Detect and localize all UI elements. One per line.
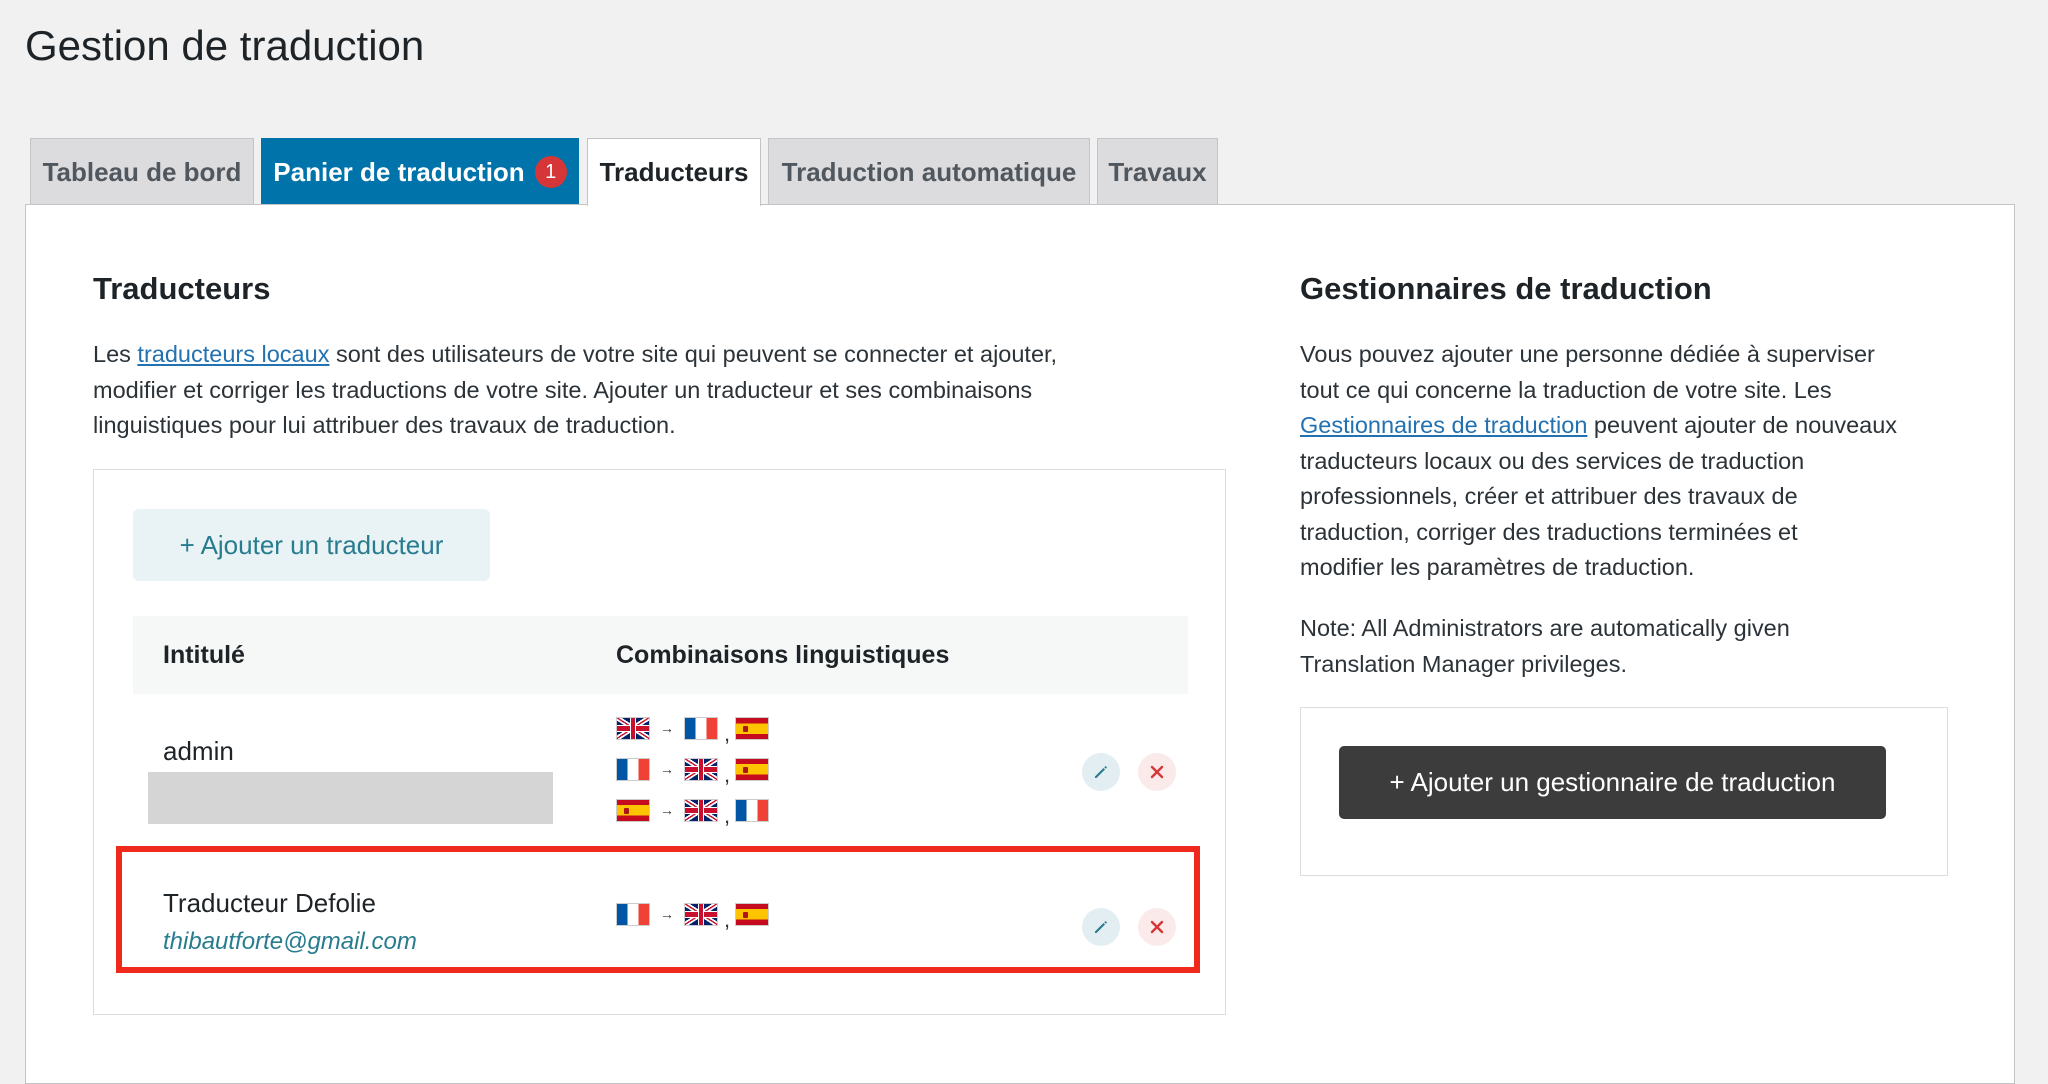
cart-count-badge: 1: [534, 156, 567, 188]
column-header-language-pairs: Combinaisons linguistiques: [616, 640, 950, 669]
fr-flag-icon: [616, 757, 650, 781]
table-row: Traducteur Defolie thibautforte@gmail.co…: [133, 844, 1188, 978]
es-flag-icon: [735, 902, 770, 926]
managers-heading: Gestionnaires de traduction: [1300, 271, 1712, 306]
translators-heading: Traducteurs: [93, 271, 271, 306]
desc-text: professionnels, créer et attribuer des t…: [1300, 483, 1798, 509]
fr-flag-icon: [684, 716, 718, 740]
desc-text: modifier et corriger les traductions de …: [93, 376, 1033, 403]
fr-flag-icon: [735, 798, 770, 822]
managers-box: + Ajouter un gestionnaire de traduction: [1300, 707, 1948, 876]
gb-flag-icon: [684, 902, 718, 926]
gb-flag-icon: [616, 716, 650, 740]
managers-note: Note: All Administrators are automatical…: [1300, 611, 1980, 682]
pencil-icon: [1095, 766, 1107, 778]
language-pair: →,: [616, 757, 770, 787]
tab-label: Traduction automatique: [781, 156, 1077, 187]
es-flag-icon: [735, 757, 770, 781]
translation-managers-link[interactable]: Gestionnaires de traduction: [1300, 412, 1587, 438]
es-flag-icon: [616, 798, 650, 822]
tab-travaux[interactable]: Travaux: [1097, 138, 1218, 205]
tab-label: Traducteurs: [599, 157, 749, 187]
desc-text: Vous pouvez ajouter une personne dédiée …: [1300, 341, 1875, 367]
separator: ,: [724, 907, 731, 932]
delete-translator-button[interactable]: [1138, 908, 1176, 946]
gb-flag-icon: [684, 757, 718, 781]
managers-description: Vous pouvez ajouter une personne dédiée …: [1300, 337, 1980, 586]
tab-label: Travaux: [1108, 156, 1207, 187]
translator-name: Traducteur Defolie: [163, 888, 376, 918]
gb-flag-icon: [684, 798, 718, 822]
tab-panier-de-traduction[interactable]: Panier de traduction 1: [261, 138, 579, 205]
desc-text: sont des utilisateurs de votre site qui …: [329, 341, 1058, 367]
tab-label: Tableau de bord: [42, 156, 242, 187]
pencil-icon: [1095, 921, 1107, 933]
tab-traducteurs[interactable]: Traducteurs: [587, 138, 761, 206]
desc-text: traducteurs locaux ou des services de tr…: [1300, 447, 1805, 474]
translators-table-header: Intitulé Combinaisons linguistiques: [133, 616, 1188, 694]
separator: ,: [724, 762, 731, 787]
language-pair: →,: [616, 798, 770, 828]
add-translation-manager-button[interactable]: + Ajouter un gestionnaire de traduction: [1339, 746, 1886, 819]
tab-label: Panier de traduction: [273, 156, 525, 187]
desc-text: Les: [93, 341, 138, 367]
table-row: admin →, →, →,: [133, 694, 1188, 844]
arrow-icon: →: [660, 802, 674, 818]
note-text: Translation Manager privileges.: [1300, 650, 1627, 677]
arrow-icon: →: [660, 906, 674, 922]
desc-text: tout ce qui concerne la traduction de vo…: [1300, 376, 1832, 403]
note-text: Note: All Administrators are automatical…: [1300, 615, 1790, 641]
edit-translator-button[interactable]: [1082, 753, 1120, 791]
add-translator-button[interactable]: + Ajouter un traducteur: [133, 509, 490, 581]
separator: ,: [724, 721, 731, 746]
arrow-icon: →: [660, 720, 674, 736]
es-flag-icon: [735, 716, 770, 740]
desc-text: traduction, corriger des traductions ter…: [1300, 518, 1798, 545]
language-pair: →,: [616, 902, 770, 932]
arrow-icon: →: [660, 761, 674, 777]
close-icon: [1150, 920, 1164, 934]
local-translators-link[interactable]: traducteurs locaux: [137, 341, 329, 367]
page-title: Gestion de traduction: [25, 22, 425, 69]
edit-translator-button[interactable]: [1082, 908, 1120, 946]
desc-text: modifier les paramètres de traduction.: [1300, 554, 1695, 580]
fr-flag-icon: [616, 902, 650, 926]
translators-description: Les traducteurs locaux sont des utilisat…: [93, 337, 1193, 444]
column-header-title: Intitulé: [163, 640, 245, 669]
translator-email: thibautforte@gmail.com: [163, 928, 417, 955]
translators-box: + Ajouter un traducteur Intitulé Combina…: [93, 469, 1226, 1015]
desc-text: peuvent ajouter de nouveaux: [1587, 412, 1898, 438]
delete-translator-button[interactable]: [1138, 753, 1176, 791]
tab-traduction-automatique[interactable]: Traduction automatique: [768, 138, 1090, 205]
translator-name: admin: [163, 736, 234, 766]
desc-text: linguistiques pour lui attribuer des tra…: [93, 412, 676, 438]
redacted-email: [148, 772, 553, 824]
close-icon: [1150, 765, 1164, 779]
language-pair: →,: [616, 716, 770, 746]
separator: ,: [724, 803, 731, 828]
tab-tableau-de-bord[interactable]: Tableau de bord: [30, 138, 254, 205]
content-panel: Traducteurs Les traducteurs locaux sont …: [25, 204, 2015, 1084]
